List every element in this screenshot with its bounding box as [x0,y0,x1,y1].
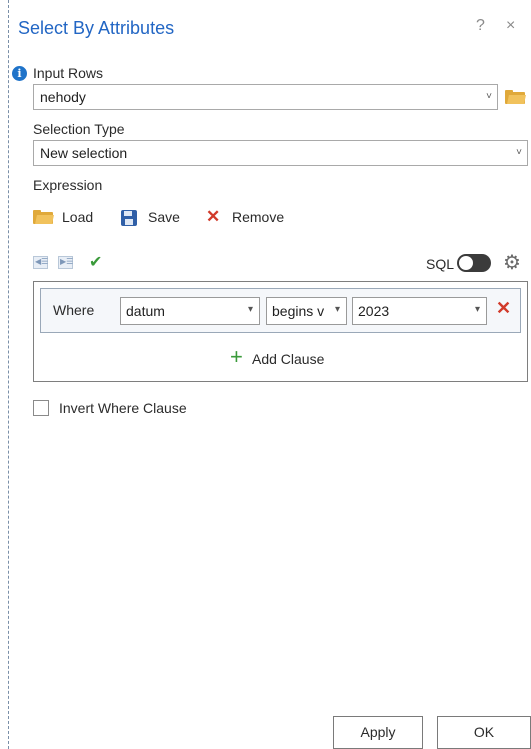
chevron-down-icon: ˅ [486,91,492,102]
clause-value: 2023 [358,303,390,319]
clause-builder: Where datum ▾ begins v ▾ 2023 ▾ ✕ + Add … [33,281,528,382]
input-rows-dropdown[interactable]: nehody ˅ [33,84,498,110]
input-rows-value: nehody [40,89,86,105]
ok-button[interactable]: OK [437,716,531,749]
add-clause-label: Add Clause [252,351,325,367]
chevron-down-icon: ▾ [247,304,253,315]
invert-where-label: Invert Where Clause [59,400,187,416]
info-icon[interactable]: i [12,66,27,81]
remove-label: Remove [232,209,285,225]
sql-toggle[interactable] [457,254,491,272]
load-folder-icon [33,210,54,224]
save-button[interactable]: Save [121,208,183,228]
invert-where-checkbox[interactable] [33,400,49,416]
load-button[interactable]: Load [33,208,101,228]
field-value: datum [126,303,165,319]
apply-button[interactable]: Apply [333,716,423,749]
validate-check-icon[interactable]: ✔ [89,252,102,272]
value-combo[interactable]: 2023 ▾ [352,297,487,325]
select-by-attributes-dialog: Select By Attributes ? × i Input Rows ne… [0,0,531,749]
operator-combo[interactable]: begins v ▾ [266,297,347,325]
selection-type-value: New selection [40,145,128,161]
sql-mode-button[interactable]: ▶☰ [58,256,73,269]
gear-icon[interactable]: ⚙ [503,250,521,275]
help-icon[interactable]: ? [476,17,485,35]
chevron-down-icon: ˅ [516,147,522,158]
selection-type-dropdown[interactable]: New selection ˅ [33,140,528,166]
save-icon [121,210,137,226]
clause-mode-button[interactable]: ◀☰ [33,256,48,269]
selection-type-label: Selection Type [33,121,125,137]
where-label: Where [53,302,95,318]
dock-edge [0,0,9,749]
chevron-down-icon: ▾ [334,304,340,315]
plus-icon: + [230,344,243,369]
input-rows-label: Input Rows [33,65,104,81]
remove-button[interactable]: ✕ Remove [206,207,292,228]
expression-label: Expression [33,177,103,193]
field-combo[interactable]: datum ▾ [120,297,260,325]
chevron-down-icon: ▾ [474,304,480,315]
load-label: Load [62,209,94,225]
clause-row: Where datum ▾ begins v ▾ 2023 ▾ ✕ [40,288,521,333]
browse-folder-icon[interactable] [505,90,526,104]
remove-icon: ✕ [206,207,221,226]
title-bar: Select By Attributes ? × [18,17,523,46]
remove-clause-icon[interactable]: ✕ [496,298,511,319]
save-label: Save [148,209,180,225]
dialog-title: Select By Attributes [18,18,175,38]
sql-label: SQL [426,256,455,272]
close-icon[interactable]: × [506,17,515,35]
operator-value: begins v [272,303,325,319]
toggle-knob [459,256,473,270]
